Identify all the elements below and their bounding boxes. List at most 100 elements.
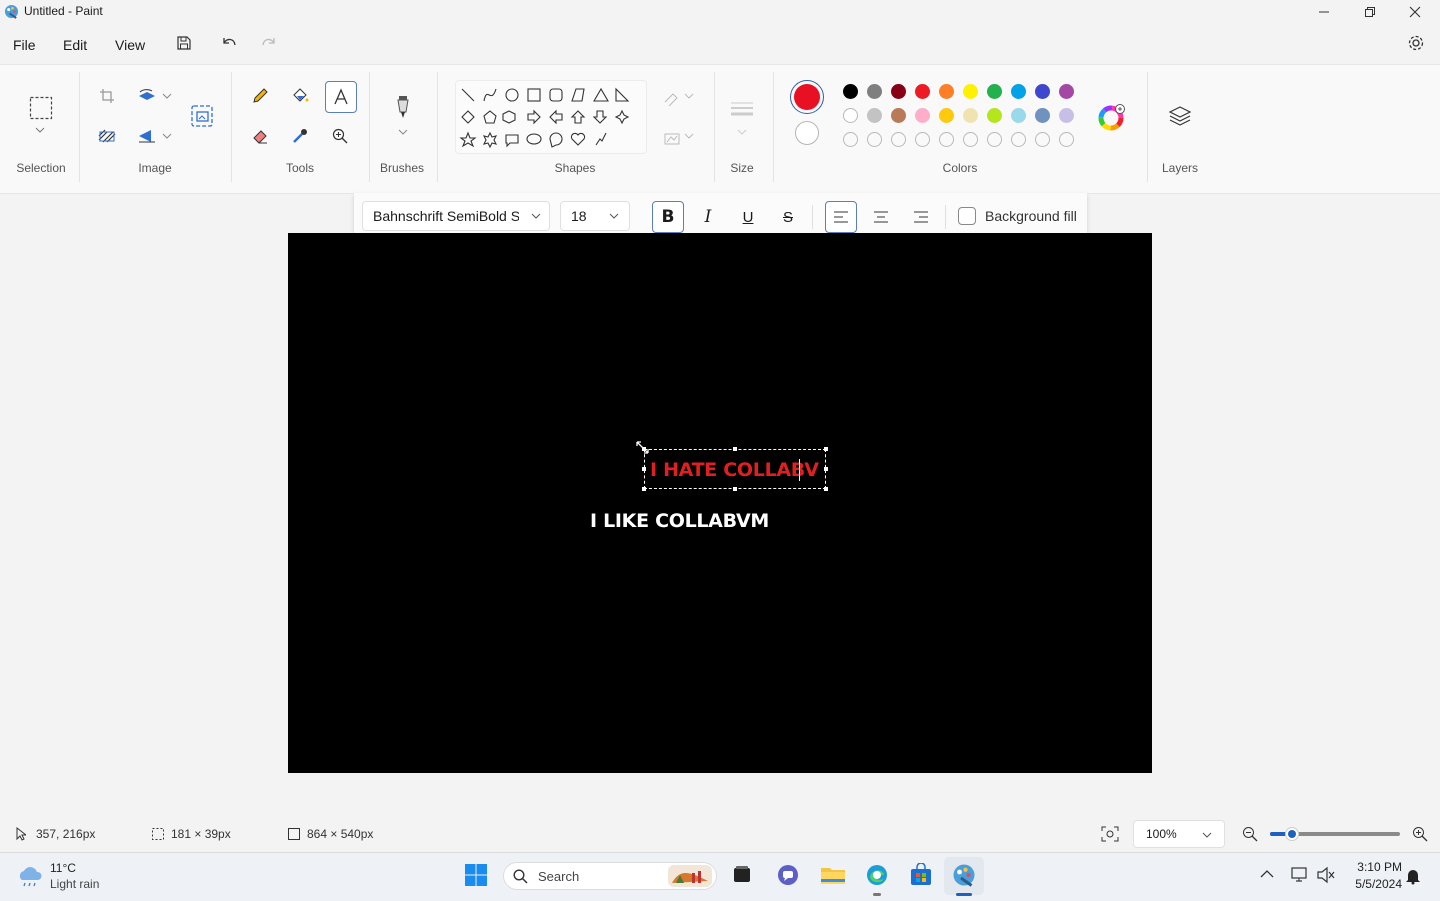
fit-to-window-icon[interactable] [1101, 826, 1119, 842]
microsoft-store-icon[interactable] [908, 862, 934, 888]
paint-taskbar-icon[interactable] [951, 862, 977, 888]
teams-chat-icon[interactable] [775, 862, 801, 888]
chevron-down-icon[interactable] [684, 93, 694, 99]
zoom-out-icon[interactable] [1242, 826, 1258, 842]
resize-handle[interactable] [642, 467, 646, 471]
align-left-button[interactable] [825, 201, 857, 233]
palette-color-swatch[interactable] [987, 84, 1002, 99]
custom-color-slot[interactable] [843, 132, 858, 147]
color-picker-icon[interactable] [287, 123, 313, 149]
menu-view[interactable]: View [115, 35, 145, 55]
resize-handle[interactable] [824, 447, 828, 451]
custom-color-slot[interactable] [987, 132, 1002, 147]
background-fill-checkbox[interactable] [958, 207, 976, 225]
chevron-down-icon[interactable] [684, 133, 694, 139]
menu-file[interactable]: File [13, 35, 36, 55]
align-center-button[interactable] [865, 201, 897, 233]
layers-icon[interactable] [1166, 102, 1194, 130]
close-button[interactable] [1392, 0, 1438, 24]
palette-color-swatch[interactable] [987, 108, 1002, 123]
custom-color-slot[interactable] [939, 132, 954, 147]
custom-color-slot[interactable] [963, 132, 978, 147]
weather-description[interactable]: Light rain [50, 877, 99, 891]
show-hidden-icons-icon[interactable] [1260, 869, 1274, 879]
custom-color-slot[interactable] [867, 132, 882, 147]
palette-color-swatch[interactable] [1011, 108, 1026, 123]
palette-color-swatch[interactable] [939, 84, 954, 99]
network-icon[interactable] [1290, 866, 1310, 884]
palette-color-swatch[interactable] [915, 108, 930, 123]
palette-color-swatch[interactable] [1035, 108, 1050, 123]
zoom-dropdown[interactable]: 100% [1133, 820, 1225, 848]
palette-color-swatch[interactable] [939, 108, 954, 123]
taskbar-time[interactable]: 3:10 PM [1346, 860, 1402, 874]
undo-icon[interactable] [215, 32, 243, 54]
custom-color-slot[interactable] [915, 132, 930, 147]
restore-button[interactable] [1347, 0, 1393, 24]
menu-edit[interactable]: Edit [63, 35, 87, 55]
fill-icon[interactable] [659, 125, 685, 151]
settings-icon[interactable] [1402, 32, 1430, 54]
palette-color-swatch[interactable] [963, 108, 978, 123]
zoom-in-icon[interactable] [1412, 826, 1428, 842]
rectangle-select-icon[interactable] [27, 94, 55, 122]
underline-button[interactable]: U [732, 201, 764, 233]
palette-color-swatch[interactable] [891, 84, 906, 99]
flip-icon[interactable] [134, 123, 160, 149]
custom-color-slot[interactable] [891, 132, 906, 147]
chevron-down-icon[interactable] [398, 129, 408, 135]
resize-handle[interactable] [824, 487, 828, 491]
resize-handle[interactable] [733, 447, 737, 451]
align-right-button[interactable] [905, 201, 937, 233]
minimize-button[interactable] [1301, 0, 1347, 24]
resize-handle[interactable] [642, 487, 646, 491]
edit-colors-icon[interactable] [1097, 102, 1127, 132]
chevron-down-icon[interactable] [35, 127, 45, 133]
fill-bucket-icon[interactable] [287, 83, 313, 109]
pencil-icon[interactable] [247, 83, 273, 109]
edge-browser-icon[interactable] [864, 862, 890, 888]
weather-temperature[interactable]: 11°C [50, 861, 76, 875]
notification-bell-icon[interactable] [1405, 867, 1421, 885]
palette-color-swatch[interactable] [963, 84, 978, 99]
text-tool-icon[interactable] [325, 81, 357, 113]
zoom-slider-thumb[interactable] [1285, 827, 1299, 841]
drawing-canvas[interactable] [288, 233, 1152, 773]
palette-color-swatch[interactable] [1059, 84, 1074, 99]
custom-color-slot[interactable] [1011, 132, 1026, 147]
font-family-dropdown[interactable]: Bahnschrift SemiBold S [362, 201, 550, 231]
palette-color-swatch[interactable] [843, 84, 858, 99]
custom-color-slot[interactable] [1059, 132, 1074, 147]
chevron-down-icon[interactable] [737, 129, 747, 135]
palette-color-swatch[interactable] [891, 108, 906, 123]
crop-icon[interactable] [94, 83, 120, 109]
text-box-content[interactable]: I HATE COLLABV [650, 459, 819, 481]
windows-start-icon[interactable] [463, 862, 489, 888]
secondary-color-swatch[interactable] [795, 121, 819, 145]
stroke-size-icon[interactable] [728, 96, 756, 122]
italic-button[interactable]: I [692, 201, 724, 233]
taskbar-search-box[interactable]: Search [503, 862, 717, 890]
task-view-icon[interactable] [729, 862, 755, 888]
redo-icon[interactable] [255, 32, 283, 54]
magnifier-icon[interactable] [327, 123, 353, 149]
palette-color-swatch[interactable] [1059, 108, 1074, 123]
brush-icon[interactable] [390, 94, 416, 120]
primary-color-swatch[interactable] [790, 80, 824, 114]
taskbar-date[interactable]: 5/5/2024 [1338, 877, 1402, 891]
outline-icon[interactable] [659, 85, 685, 111]
file-explorer-icon[interactable] [820, 862, 846, 888]
palette-color-swatch[interactable] [915, 84, 930, 99]
eraser-icon[interactable] [247, 123, 273, 149]
palette-color-swatch[interactable] [1035, 84, 1050, 99]
weather-cloud-icon[interactable] [16, 863, 44, 887]
resize-handle[interactable] [733, 487, 737, 491]
font-size-dropdown[interactable]: 18 [560, 201, 630, 231]
resize-handle[interactable] [824, 467, 828, 471]
palette-color-swatch[interactable] [1011, 84, 1026, 99]
custom-color-slot[interactable] [1035, 132, 1050, 147]
resize-icon[interactable] [189, 103, 215, 129]
palette-color-swatch[interactable] [843, 108, 858, 123]
rotate-icon[interactable] [134, 83, 160, 109]
palette-color-swatch[interactable] [867, 108, 882, 123]
